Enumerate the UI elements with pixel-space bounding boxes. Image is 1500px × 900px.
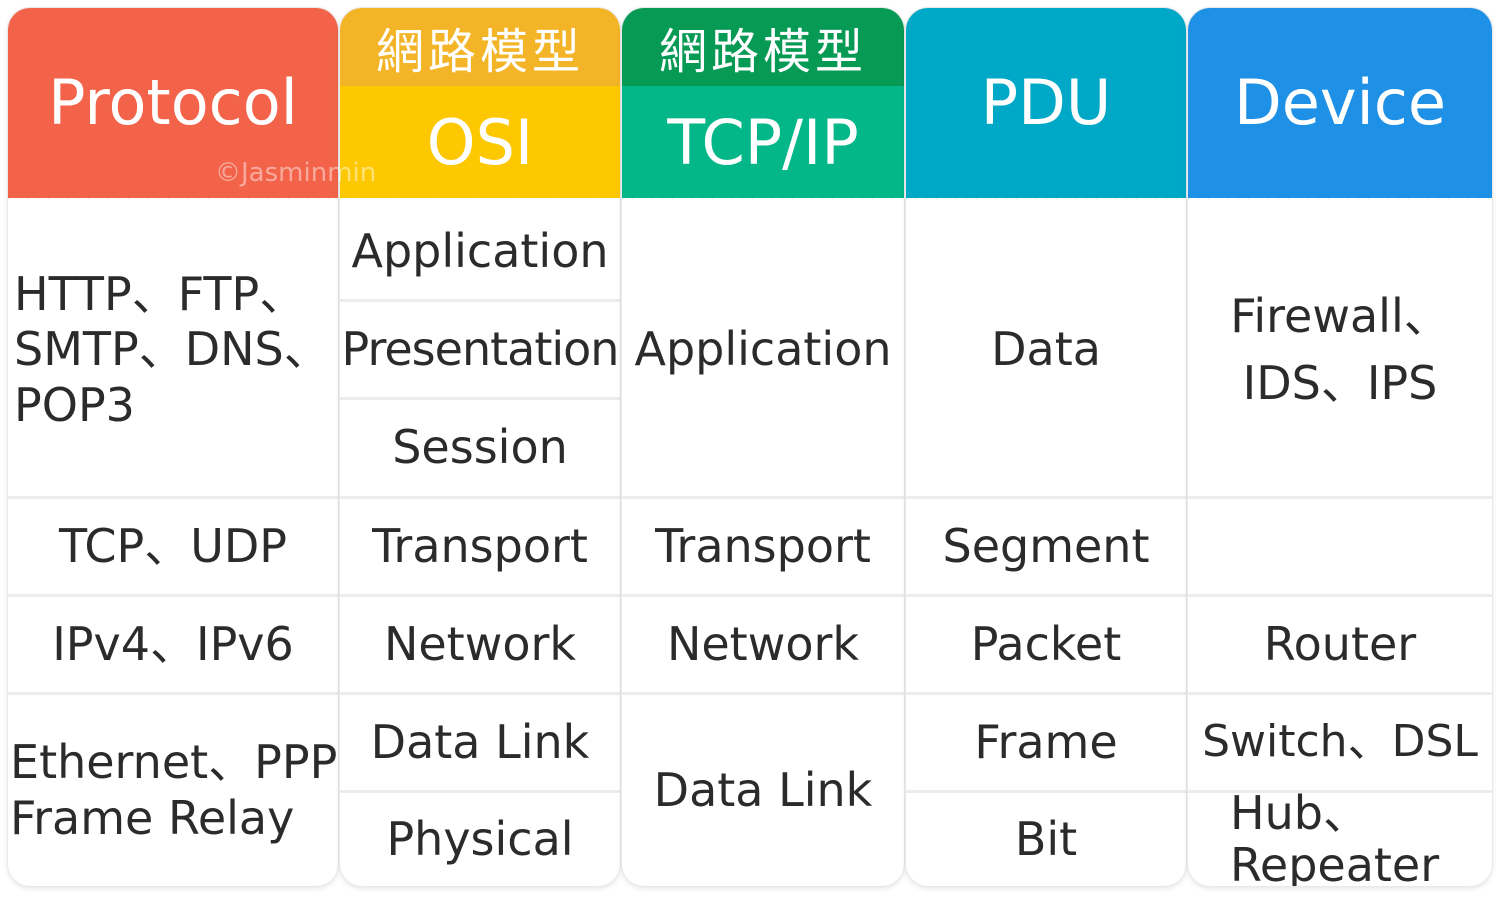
pdu-header-edge [906,194,1186,202]
pdu-bit: Bit [1014,811,1078,866]
tcpip-column: 網路模型 TCP/IP Application Transport Networ… [622,8,904,886]
pdu-column: PDU Data Segment Packet Frame Bit [906,8,1186,886]
device-header: Device [1188,8,1492,198]
device-cell-datalink: Switch、DSL [1202,716,1478,768]
device-cell-application: Firewall、IDS、IPS [1230,289,1450,410]
tcpip-layer-transport: Transport [655,518,871,573]
osi-header: 網路模型 OSI [340,8,620,198]
pdu-frame: Frame [974,714,1118,769]
protocol-column: Protocol HTTP、FTP、SMTP、DNS、POP3 TCP、UDP … [8,8,338,886]
device-header-edge [1188,194,1492,202]
tcpip-layer-datalink: Data Link [653,762,873,817]
tcpip-layer-application: Application [634,322,892,377]
tcpip-header: 網路模型 TCP/IP [622,8,904,198]
osi-layer-physical: Physical [386,811,574,866]
device-cell-transport [1188,499,1492,594]
osi-layer-session: Session [392,420,568,475]
protocol-header-edge [8,194,338,202]
device-column: Device Firewall、IDS、IPS Router Switch、DS… [1188,8,1492,886]
osi-layer-presentation: Presentation [341,321,620,376]
protocol-cell-link: Ethernet、PPP Frame Relay [10,735,338,845]
protocol-cell-application: HTTP、FTP、SMTP、DNS、POP3 [14,267,330,432]
pdu-packet: Packet [970,616,1122,671]
osi-header-subtitle: 網路模型 [340,8,620,86]
device-cell-physical: Hub、Repeater [1230,785,1440,886]
osi-layer-datalink: Data Link [370,714,590,769]
tcpip-header-title: TCP/IP [622,86,904,198]
osi-layer-network: Network [383,616,577,671]
osi-column: 網路模型 OSI Application Presentation Sessio… [340,8,620,886]
tcpip-header-subtitle: 網路模型 [622,8,904,86]
protocol-cell-network: IPv4、IPv6 [52,616,294,671]
pdu-header-label: PDU [980,66,1112,139]
tcpip-header-edge [622,194,904,202]
osi-header-title: OSI [340,86,620,198]
pdu-segment: Segment [942,518,1150,573]
osi-layer-application: Application [351,223,609,278]
watermark: ©Jasminmin [215,158,377,188]
tcpip-layer-network: Network [666,616,860,671]
osi-header-edge [340,194,620,202]
pdu-data: Data [991,322,1101,377]
device-cell-network: Router [1263,616,1417,671]
protocol-cell-transport: TCP、UDP [58,518,288,573]
osi-layer-transport: Transport [372,518,588,573]
device-header-label: Device [1233,66,1447,139]
protocol-header-label: Protocol [48,66,298,139]
pdu-header: PDU [906,8,1186,198]
